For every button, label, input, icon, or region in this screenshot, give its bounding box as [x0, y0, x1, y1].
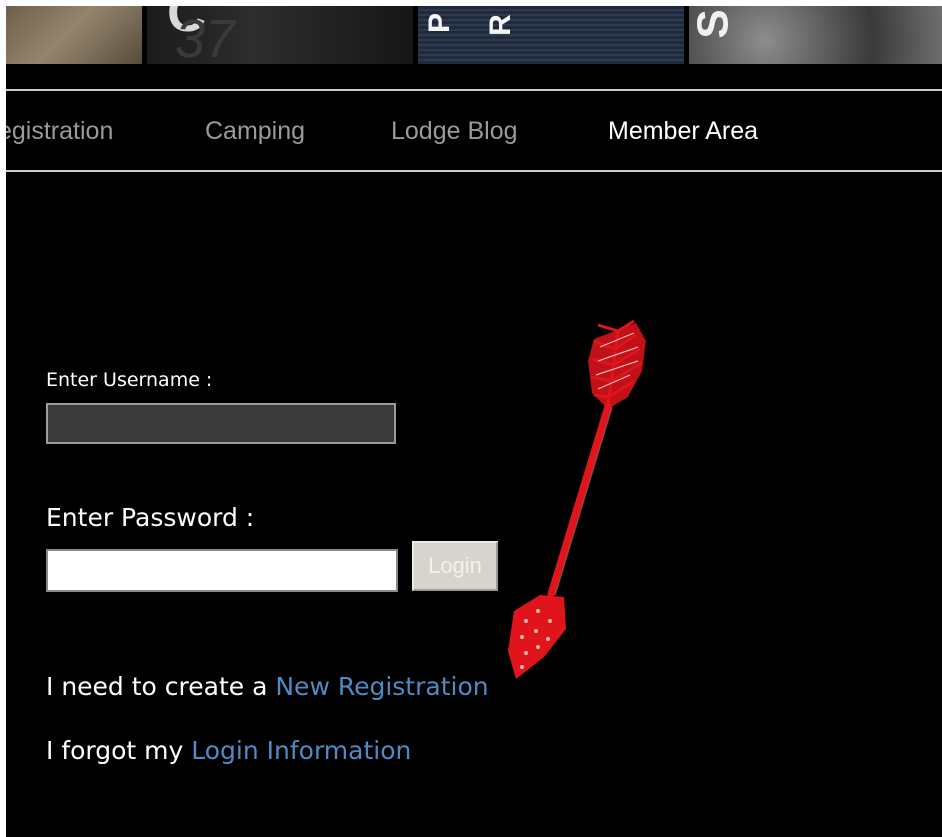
- forgot-prefix: I forgot my: [46, 736, 192, 765]
- registration-line: I need to create a New Registration: [46, 672, 489, 701]
- header-photo-banner: C 37 P R S: [6, 6, 942, 64]
- nav-item-camping[interactable]: Camping: [205, 117, 305, 146]
- username-label: Enter Username :: [46, 369, 213, 391]
- page: C 37 P R S egistration Camping Lodge Blo…: [6, 6, 942, 837]
- nav-divider-bottom: [6, 170, 942, 172]
- banner-photo-1: [6, 6, 142, 64]
- login-button[interactable]: Login: [412, 541, 498, 591]
- banner-glyph: S: [689, 9, 738, 39]
- registration-prefix: I need to create a: [46, 672, 276, 701]
- red-arrow-annotation-icon: [508, 319, 646, 679]
- banner-glyph: 37: [175, 9, 236, 64]
- banner-photo-2: C 37: [147, 6, 413, 64]
- password-input[interactable]: [46, 549, 398, 592]
- main-nav: egistration Camping Lodge Blog Member Ar…: [6, 91, 942, 170]
- password-label: Enter Password :: [46, 503, 255, 532]
- nav-item-member-area[interactable]: Member Area: [608, 117, 758, 146]
- banner-photo-3: P R: [418, 6, 684, 64]
- new-registration-link[interactable]: New Registration: [275, 672, 488, 701]
- nav-item-registration[interactable]: egistration: [6, 117, 113, 146]
- banner-photo-4: S: [689, 6, 942, 64]
- login-information-link[interactable]: Login Information: [191, 736, 411, 765]
- banner-glyph: R: [483, 14, 517, 36]
- username-input[interactable]: [46, 403, 396, 444]
- banner-glyph: P: [423, 12, 457, 34]
- forgot-line: I forgot my Login Information: [46, 736, 411, 765]
- nav-item-lodge-blog[interactable]: Lodge Blog: [391, 117, 518, 146]
